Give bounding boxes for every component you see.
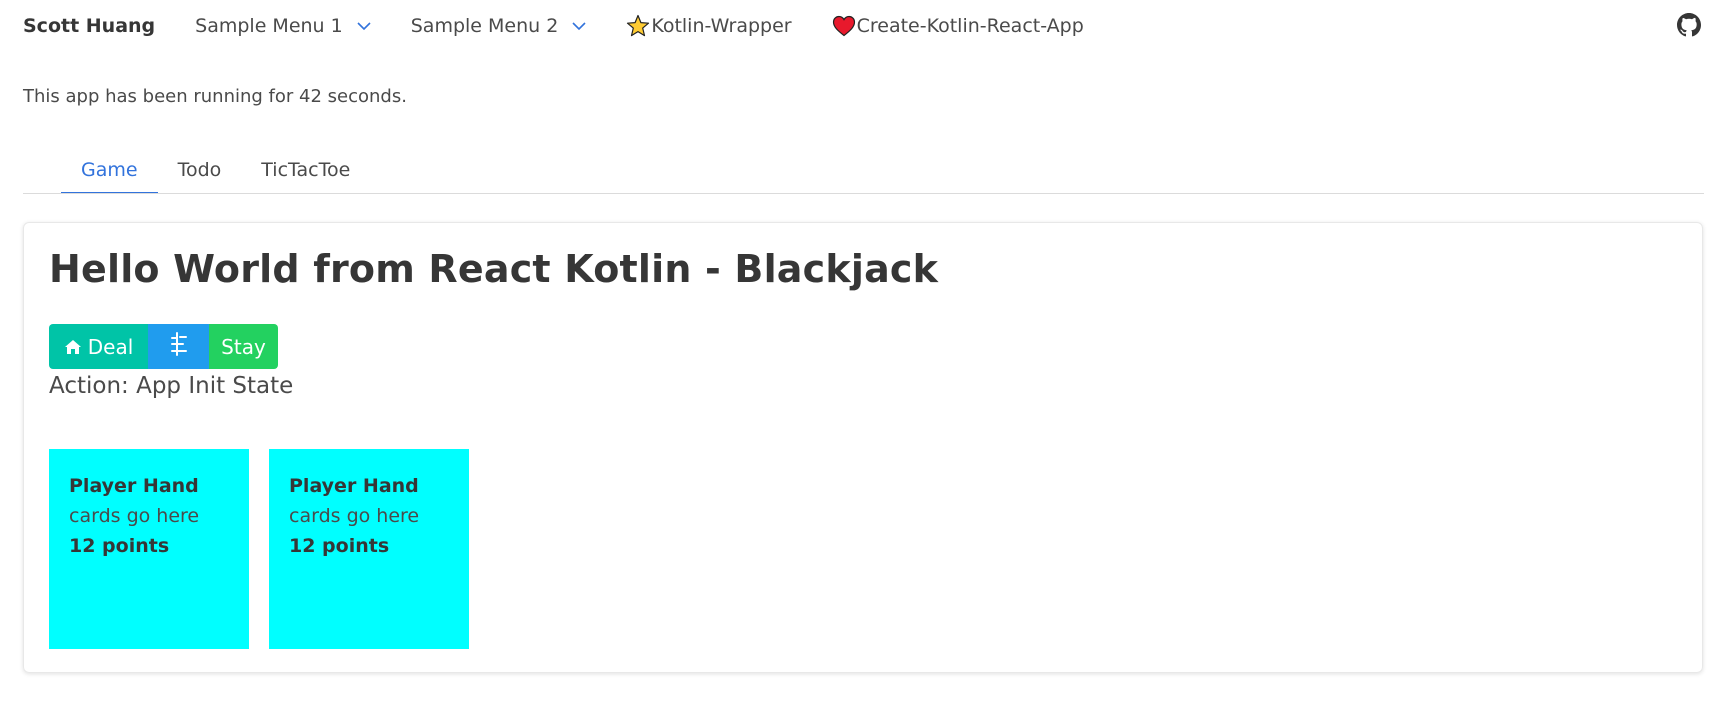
deal-button-label: Deal [87,334,134,359]
github-icon[interactable] [1677,13,1701,37]
chevron-down-icon [572,21,586,31]
hand-cards: cards go here [289,505,420,527]
page-title: Hello World from React Kotlin - Blackjac… [49,247,939,291]
game-button-group: Deal Stay [49,324,278,369]
nav-menu-2[interactable]: Sample Menu 2 [391,0,607,52]
hit-icon [169,331,189,362]
navbar: Scott Huang Sample Menu 1 Sample Menu 2 … [0,0,1721,52]
hand-points: 12 points [289,535,390,557]
player-hand-card: Player Hand cards go here 12 points [269,449,469,649]
hand-points: 12 points [69,535,170,557]
tab-tictactoe[interactable]: TicTacToe [241,148,370,192]
home-icon [64,339,82,355]
nav-menu-1[interactable]: Sample Menu 1 [175,0,391,52]
tab-game[interactable]: Game [61,148,158,193]
hand-cards: cards go here [69,505,200,527]
hand-title: Player Hand [69,475,199,497]
nav-link-kotlin-wrapper-label: Kotlin-Wrapper [651,15,792,37]
star-icon [626,14,650,38]
nav-link-kotlin-wrapper[interactable]: Kotlin-Wrapper [606,0,811,52]
tab-todo[interactable]: Todo [158,148,242,192]
stay-button[interactable]: Stay [209,324,278,369]
running-status: This app has been running for 42 seconds… [23,86,407,107]
hit-button[interactable] [148,324,209,369]
chevron-down-icon [357,21,371,31]
game-panel: Hello World from React Kotlin - Blackjac… [23,222,1703,673]
deal-button[interactable]: Deal [49,324,148,369]
action-status: Action: App Init State [49,373,294,399]
nav-link-create-kotlin-react-app[interactable]: Create-Kotlin-React-App [812,0,1104,52]
hand-title: Player Hand [289,475,419,497]
nav-menu-2-label: Sample Menu 2 [410,15,559,37]
tab-bar: Game Todo TicTacToe [23,148,1704,194]
heart-icon [832,15,856,37]
nav-menu-1-label: Sample Menu 1 [195,15,343,37]
brand[interactable]: Scott Huang [23,15,155,37]
nav-link-create-kotlin-react-app-label: Create-Kotlin-React-App [856,15,1084,37]
player-hand-card: Player Hand cards go here 12 points [49,449,249,649]
